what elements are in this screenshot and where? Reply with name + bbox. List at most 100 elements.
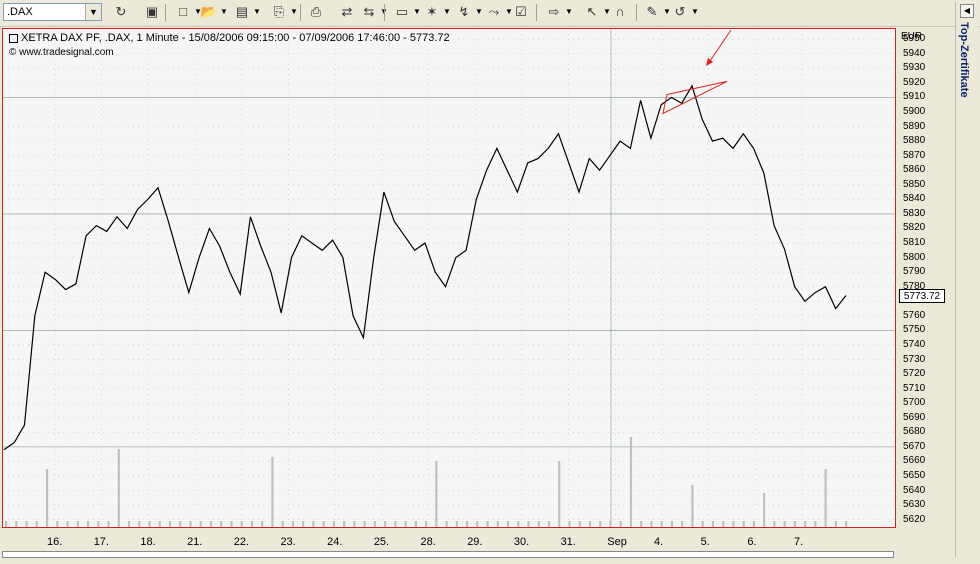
price-tick-label: 5640: [903, 484, 926, 496]
volume-bar: [250, 521, 254, 527]
volume-bar: [619, 521, 622, 527]
price-tick-label: 5650: [903, 470, 926, 482]
price-tick-label: 5940: [903, 47, 926, 59]
volume-bar: [527, 521, 530, 527]
price-tick-label: 5800: [903, 251, 926, 263]
volume-bar: [199, 521, 202, 527]
volume-bar: [271, 457, 274, 527]
time-tick-label: 16.: [47, 536, 63, 548]
time-tick-label: 24.: [327, 536, 343, 548]
volume-bar: [302, 521, 305, 527]
volume-bar: [158, 521, 161, 527]
volume-bar: [384, 521, 387, 527]
volume-bar: [578, 521, 581, 527]
volume-bar: [5, 521, 8, 527]
volume-bar: [435, 461, 438, 527]
volume-bar: [558, 461, 561, 527]
volume-bar: [404, 521, 407, 527]
volume-bar: [66, 521, 69, 527]
time-tick-label: 29.: [467, 536, 483, 548]
price-tick-label: 5630: [903, 499, 926, 511]
volume-bar: [56, 521, 59, 527]
price-tick-label: 5730: [903, 353, 926, 365]
price-tick-label: 5870: [903, 149, 926, 161]
price-tick-label: 5900: [903, 106, 926, 117]
volume-bar: [681, 521, 684, 527]
volume-bar: [722, 521, 725, 527]
time-tick-label: 17.: [93, 536, 109, 548]
volume-bar: [240, 521, 243, 527]
volume-bar: [332, 521, 336, 527]
volume-bar: [189, 521, 192, 527]
price-tick-label: 5920: [903, 76, 926, 88]
volume-bar: [783, 521, 786, 527]
side-panel-label[interactable]: Top-Zertifikate: [958, 22, 970, 98]
time-tick-label: 4.: [653, 536, 664, 548]
volume-bar: [291, 521, 295, 527]
time-tick-label: Sep: [607, 536, 627, 548]
volume-bar: [373, 521, 376, 527]
volume-bar: [138, 521, 141, 527]
volume-bar: [127, 521, 131, 527]
volume-bar: [599, 521, 602, 527]
volume-bar: [660, 521, 663, 527]
horizontal-scrollbar[interactable]: [2, 551, 894, 558]
price-tick-label: 5840: [903, 193, 926, 205]
price-tick-label: 5700: [903, 397, 926, 409]
volume-bar: [496, 521, 499, 527]
volume-bar: [312, 521, 315, 527]
time-tick-label: 25.: [373, 536, 390, 548]
volume-bar: [363, 521, 366, 527]
volume-bar: [425, 521, 428, 527]
volume-bar: [793, 521, 796, 527]
price-tick-label: 5750: [903, 324, 926, 336]
volume-bar: [650, 521, 653, 527]
price-tick-label: 5690: [903, 411, 926, 423]
close-icon[interactable]: ◀: [960, 4, 974, 18]
price-tick-label: 5710: [903, 382, 926, 394]
price-tick-label: 5930: [903, 62, 926, 74]
time-tick-label: 31.: [560, 536, 576, 548]
volume-bar: [834, 521, 837, 527]
volume-bar: [322, 521, 325, 527]
volume-bar: [343, 521, 346, 527]
time-tick-label: 28.: [420, 536, 436, 548]
volume-bar: [117, 449, 120, 527]
volume-bar: [609, 521, 612, 527]
volume-bar: [640, 521, 643, 527]
volume-bar: [537, 521, 540, 527]
price-tick-label: 5790: [903, 266, 926, 278]
price-tick-label: 5820: [903, 222, 926, 234]
price-tick-label: 5950: [903, 33, 926, 45]
time-tick-label: 7.: [794, 536, 804, 548]
time-tick-label: 23.: [280, 536, 296, 548]
volume-bar: [547, 521, 551, 527]
volume-bar: [45, 469, 49, 527]
volume-bar: [465, 521, 469, 527]
price-tick-label: 5760: [903, 309, 926, 321]
price-tick-label: 5680: [903, 426, 926, 438]
volume-bar: [230, 521, 233, 527]
volume-bar: [168, 521, 172, 527]
price-tick-label: 5740: [903, 338, 926, 350]
volume-bar: [76, 521, 79, 527]
volume-bar: [35, 521, 38, 527]
volume-bar: [445, 521, 448, 527]
volume-bar: [414, 521, 417, 527]
volume-bar: [455, 521, 458, 527]
volume-bar: [517, 521, 520, 527]
volume-bar: [476, 521, 479, 527]
price-tick-label: 5860: [903, 164, 926, 176]
time-tick-label: 21.: [187, 536, 203, 548]
volume-bar: [15, 521, 18, 527]
volume-bar: [691, 485, 694, 527]
volume-bar: [824, 469, 827, 527]
volume-bar: [763, 493, 766, 527]
volume-bar: [670, 521, 674, 527]
price-tick-label: 5810: [903, 237, 926, 249]
price-tick-label: 5880: [903, 135, 926, 147]
volume-bar: [732, 521, 735, 527]
volume-bar: [353, 521, 356, 527]
volume-bar: [220, 521, 223, 527]
price-tick-label: 5890: [903, 120, 926, 132]
